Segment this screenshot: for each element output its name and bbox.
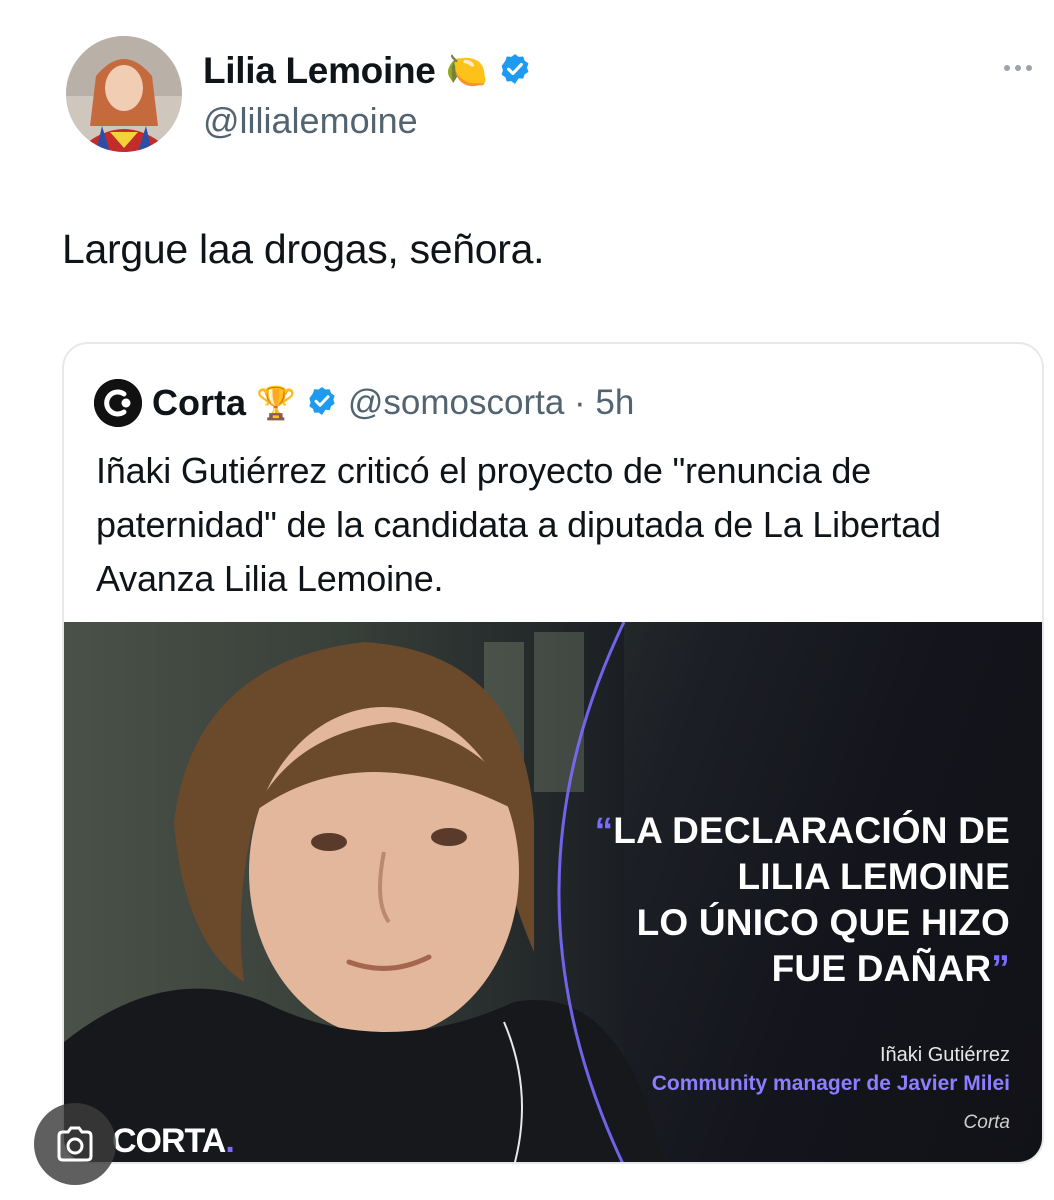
quote-line-1: LA DECLARACIÓN DE (613, 810, 1010, 851)
tweet: Lilia Lemoine 🍋 @lilialemoine Largue laa… (0, 0, 1054, 1200)
media-quote-text: “LA DECLARACIÓN DE LILIA LEMOINE LO ÚNIC… (595, 808, 1010, 992)
brand-text: CORTA (112, 1122, 226, 1160)
quote-open-mark: “ (594, 810, 614, 851)
author-avatar[interactable] (66, 36, 182, 152)
quote-line-3: LO ÚNICO QUE HIZO (636, 902, 1010, 943)
quoted-media-image[interactable]: “LA DECLARACIÓN DE LILIA LEMOINE LO ÚNIC… (64, 622, 1042, 1162)
verified-badge-icon (498, 52, 532, 91)
tweet-text: Largue laa drogas, señora. (62, 226, 545, 272)
google-lens-icon[interactable] (34, 1103, 116, 1185)
author-handle[interactable]: @lilialemoine (203, 100, 418, 142)
quote-line-2: LILIA LEMOINE (737, 856, 1010, 897)
quoted-header: Corta 🏆 @somoscorta · 5h (94, 379, 634, 427)
media-caption-source: Corta (963, 1112, 1010, 1133)
media-caption-role: Community manager de Javier Milei (651, 1072, 1010, 1095)
media-caption-name: Iñaki Gutiérrez (879, 1044, 1010, 1066)
avatar-photo (66, 36, 182, 152)
quoted-tweet-card[interactable]: Corta 🏆 @somoscorta · 5h Iñaki Gutiérrez… (62, 342, 1044, 1164)
trophy-emoji: 🏆 (256, 385, 296, 421)
lemon-emoji: 🍋 (445, 52, 488, 90)
author-name[interactable]: Lilia Lemoine (203, 50, 436, 92)
more-options-icon[interactable] (1004, 58, 1044, 78)
quoted-verified-badge-icon (306, 385, 338, 422)
quoted-handle[interactable]: @somoscorta · 5h (348, 383, 634, 423)
quote-line-4: FUE DAÑAR (771, 948, 992, 989)
author-name-row: Lilia Lemoine 🍋 (203, 46, 532, 96)
corta-logo-icon (94, 379, 142, 427)
media-brand-logo: CORTA. (112, 1122, 235, 1161)
brand-dot: . (225, 1122, 235, 1160)
quote-close-mark: ” (991, 948, 1010, 989)
quoted-author-name[interactable]: Corta (152, 382, 246, 424)
quoted-text: Iñaki Gutiérrez criticó el proyecto de "… (96, 450, 941, 599)
